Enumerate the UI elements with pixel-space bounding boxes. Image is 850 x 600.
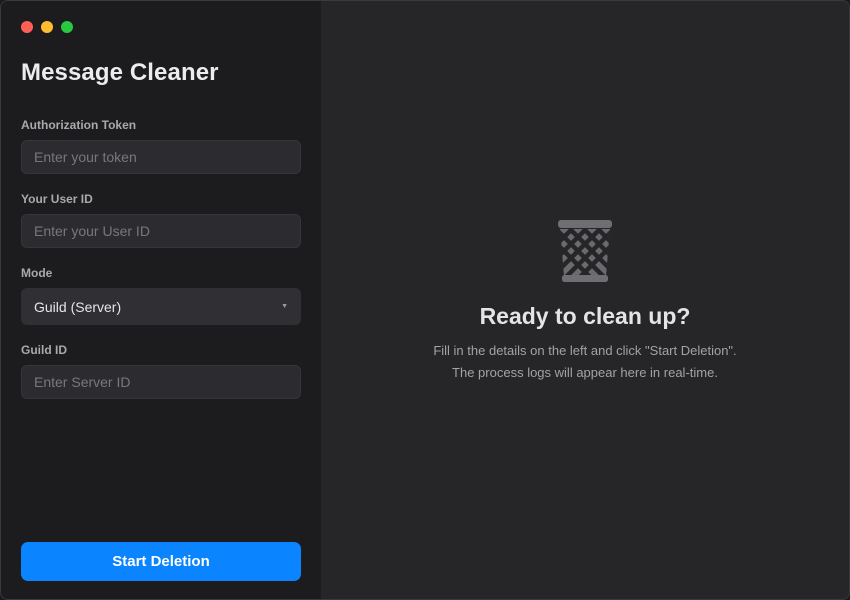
mode-select-value: Guild (Server) xyxy=(34,298,122,315)
mode-select[interactable]: Guild (Server) ▼ xyxy=(21,288,301,325)
empty-state-line-2: The process logs will appear here in rea… xyxy=(452,365,718,380)
chevron-down-icon: ▼ xyxy=(281,303,288,310)
start-deletion-button[interactable]: Start Deletion xyxy=(21,542,301,581)
zoom-window-button[interactable] xyxy=(61,21,73,33)
guild-id-label: Guild ID xyxy=(21,343,67,357)
token-label: Authorization Token xyxy=(21,118,137,132)
window-controls xyxy=(21,21,73,33)
minimize-window-button[interactable] xyxy=(41,21,53,33)
token-input[interactable] xyxy=(21,140,301,174)
empty-state-line-1: Fill in the details on the left and clic… xyxy=(433,343,737,358)
main-panel: Ready to clean up? Fill in the details o… xyxy=(321,1,849,599)
user-id-label: Your User ID xyxy=(21,192,93,206)
guild-id-input[interactable] xyxy=(21,365,301,399)
empty-state-title: Ready to clean up? xyxy=(479,303,691,329)
user-id-input[interactable] xyxy=(21,214,301,248)
mode-label: Mode xyxy=(21,266,53,280)
app-title: Message Cleaner xyxy=(21,59,219,86)
sidebar: Message Cleaner Authorization Token Your… xyxy=(1,1,321,599)
close-window-button[interactable] xyxy=(21,21,33,33)
trash-icon xyxy=(558,220,612,282)
app-window: Message Cleaner Authorization Token Your… xyxy=(0,0,850,600)
empty-state: Ready to clean up? Fill in the details o… xyxy=(321,219,849,384)
